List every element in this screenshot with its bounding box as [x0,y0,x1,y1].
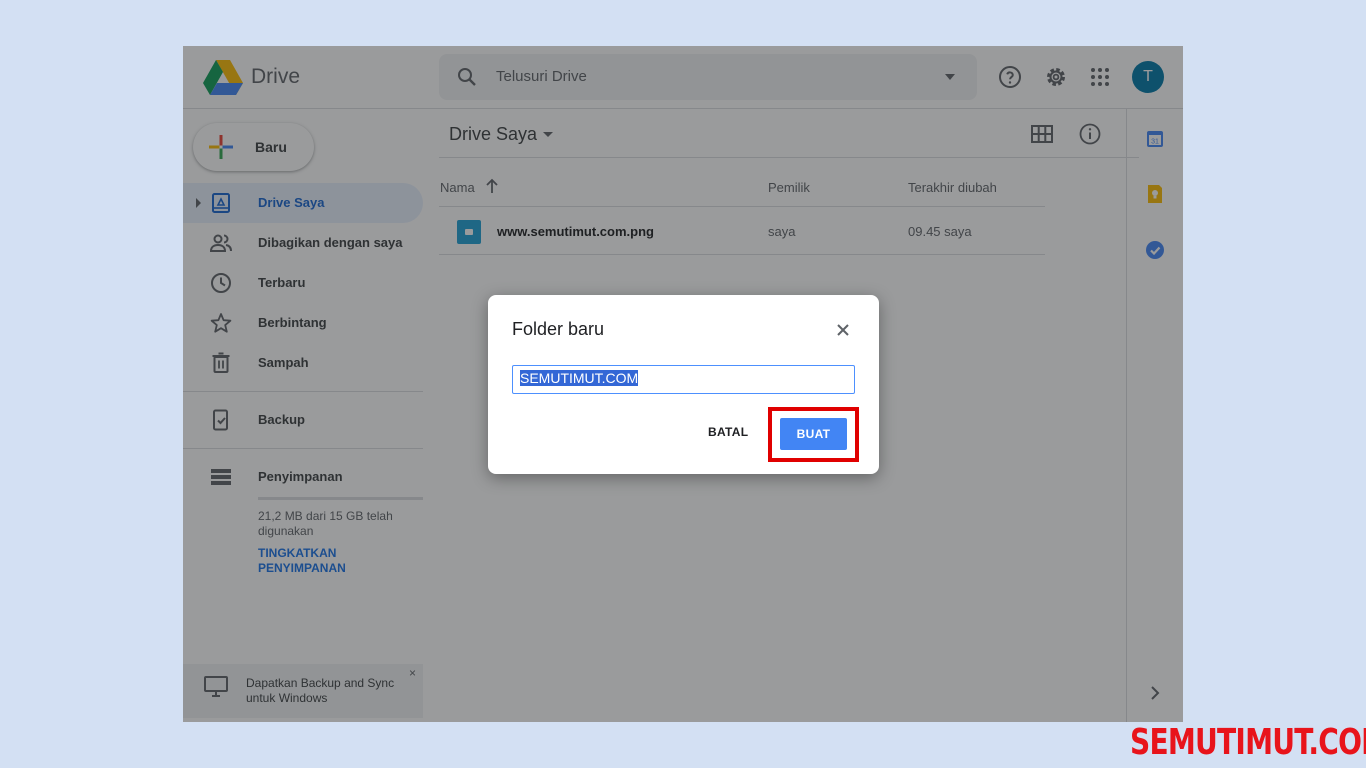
folder-name-input[interactable]: SEMUTIMUT.COM [512,365,855,394]
cancel-button[interactable]: BATAL [700,419,756,447]
watermark: SEMUTIMUT.COM [1130,722,1366,763]
highlight-box [768,407,859,462]
close-icon[interactable] [834,321,852,339]
folder-name-selected-text: SEMUTIMUT.COM [520,370,639,386]
dialog-title: Folder baru [512,319,605,339]
